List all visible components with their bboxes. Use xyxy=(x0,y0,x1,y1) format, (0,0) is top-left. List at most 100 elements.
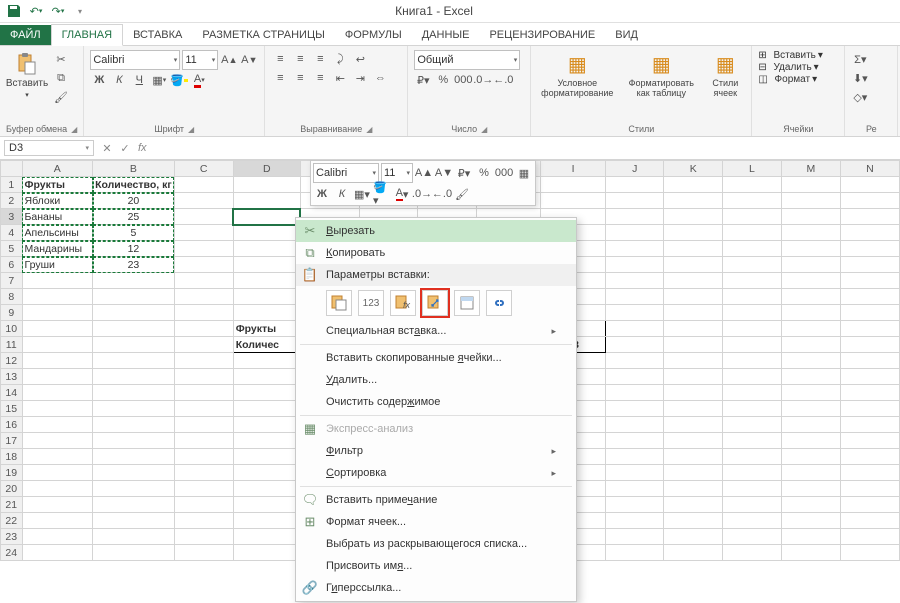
cell-D13[interactable] xyxy=(233,369,300,385)
paste-option-values[interactable]: 123 xyxy=(358,290,384,316)
cell-A3[interactable]: Бананы xyxy=(22,209,93,225)
cell-M6[interactable] xyxy=(781,257,840,273)
cell-L19[interactable] xyxy=(723,465,782,481)
ctx-define-name[interactable]: Присвоить имя... xyxy=(296,555,576,577)
align-top-icon[interactable]: ≡ xyxy=(271,50,289,68)
conditional-formatting-button[interactable]: ▦Условное форматирование xyxy=(537,50,617,98)
cell-N19[interactable] xyxy=(840,465,899,481)
mini-percent-icon[interactable]: % xyxy=(475,164,493,182)
row-header-11[interactable]: 11 xyxy=(1,337,23,353)
cell-A1[interactable]: Фрукты xyxy=(22,177,93,193)
cell-K11[interactable] xyxy=(664,337,723,353)
cell-N4[interactable] xyxy=(840,225,899,241)
cell-B12[interactable] xyxy=(93,353,175,369)
cell-C22[interactable] xyxy=(174,513,233,529)
col-header-D[interactable]: D xyxy=(233,161,300,177)
cell-D22[interactable] xyxy=(233,513,300,529)
tab-file[interactable]: ФАЙЛ xyxy=(0,25,51,45)
cell-D23[interactable] xyxy=(233,529,300,545)
cell-C6[interactable] xyxy=(174,257,233,273)
cell-J23[interactable] xyxy=(606,529,664,545)
cell-D21[interactable] xyxy=(233,497,300,513)
cell-L24[interactable] xyxy=(723,545,782,561)
cell-B18[interactable] xyxy=(93,449,175,465)
cell-B2[interactable]: 20 xyxy=(93,193,175,209)
row-header-1[interactable]: 1 xyxy=(1,177,23,193)
cell-D18[interactable] xyxy=(233,449,300,465)
cell-L12[interactable] xyxy=(723,353,782,369)
cell-C5[interactable] xyxy=(174,241,233,257)
cell-A23[interactable] xyxy=(22,529,93,545)
cell-N13[interactable] xyxy=(840,369,899,385)
cell-A9[interactable] xyxy=(22,305,93,321)
cell-N17[interactable] xyxy=(840,433,899,449)
cell-L6[interactable] xyxy=(723,257,782,273)
cell-N15[interactable] xyxy=(840,401,899,417)
cell-N8[interactable] xyxy=(840,289,899,305)
col-header-K[interactable]: K xyxy=(664,161,723,177)
paste-option-link[interactable] xyxy=(486,290,512,316)
align-left-icon[interactable]: ≡ xyxy=(271,69,289,87)
cell-C13[interactable] xyxy=(174,369,233,385)
cell-C18[interactable] xyxy=(174,449,233,465)
cell-J13[interactable] xyxy=(606,369,664,385)
col-header-B[interactable]: B xyxy=(93,161,175,177)
cell-K22[interactable] xyxy=(664,513,723,529)
cell-L13[interactable] xyxy=(723,369,782,385)
cell-A20[interactable] xyxy=(22,481,93,497)
mini-fill-color-icon[interactable]: 🪣▾ xyxy=(373,185,391,203)
increase-decimal-icon[interactable]: .0→ xyxy=(474,71,492,89)
cancel-icon[interactable]: ✕ xyxy=(98,142,116,155)
cell-M15[interactable] xyxy=(781,401,840,417)
cell-J7[interactable] xyxy=(606,273,664,289)
cell-K17[interactable] xyxy=(664,433,723,449)
mini-dec-decimal-icon[interactable]: ←.0 xyxy=(433,185,451,203)
cell-M12[interactable] xyxy=(781,353,840,369)
cell-J11[interactable] xyxy=(606,337,664,353)
row-header-23[interactable]: 23 xyxy=(1,529,23,545)
cell-K1[interactable] xyxy=(664,177,723,193)
cell-A24[interactable] xyxy=(22,545,93,561)
cell-J19[interactable] xyxy=(606,465,664,481)
ctx-insert-comment[interactable]: 🗨Вставить примечание xyxy=(296,489,576,511)
cell-K7[interactable] xyxy=(664,273,723,289)
col-header-N[interactable]: N xyxy=(840,161,899,177)
cell-B15[interactable] xyxy=(93,401,175,417)
cell-A17[interactable] xyxy=(22,433,93,449)
cell-D19[interactable] xyxy=(233,465,300,481)
currency-icon[interactable]: ₽▾ xyxy=(414,71,432,89)
cell-K3[interactable] xyxy=(664,209,723,225)
cell-L5[interactable] xyxy=(723,241,782,257)
cell-J10[interactable] xyxy=(606,321,664,337)
cell-A8[interactable] xyxy=(22,289,93,305)
align-center-icon[interactable]: ≡ xyxy=(291,69,309,87)
cell-D4[interactable] xyxy=(233,225,300,241)
ctx-clear[interactable]: Очистить содержимое xyxy=(296,391,576,413)
tab-review[interactable]: РЕЦЕНЗИРОВАНИЕ xyxy=(479,25,605,45)
row-header-22[interactable]: 22 xyxy=(1,513,23,529)
cell-B4[interactable]: 5 xyxy=(93,225,175,241)
cell-M17[interactable] xyxy=(781,433,840,449)
cell-D7[interactable] xyxy=(233,273,300,289)
tab-data[interactable]: ДАННЫЕ xyxy=(412,25,480,45)
cell-B9[interactable] xyxy=(93,305,175,321)
cell-C23[interactable] xyxy=(174,529,233,545)
cell-K9[interactable] xyxy=(664,305,723,321)
cell-N10[interactable] xyxy=(840,321,899,337)
cell-J2[interactable] xyxy=(606,193,664,209)
cell-D3[interactable] xyxy=(233,209,300,225)
cell-K14[interactable] xyxy=(664,385,723,401)
cell-B22[interactable] xyxy=(93,513,175,529)
col-header-J[interactable]: J xyxy=(606,161,664,177)
borders-icon[interactable]: ▦▾ xyxy=(150,71,168,89)
cell-B14[interactable] xyxy=(93,385,175,401)
cell-N7[interactable] xyxy=(840,273,899,289)
increase-indent-icon[interactable]: ⇥ xyxy=(351,69,369,87)
fill-icon[interactable]: ⬇▾ xyxy=(851,69,869,87)
row-header-14[interactable]: 14 xyxy=(1,385,23,401)
cell-L17[interactable] xyxy=(723,433,782,449)
cell-C11[interactable] xyxy=(174,337,233,353)
merge-icon[interactable]: ⇔ xyxy=(371,69,389,87)
mini-currency-icon[interactable]: ₽▾ xyxy=(455,164,473,182)
cell-M21[interactable] xyxy=(781,497,840,513)
